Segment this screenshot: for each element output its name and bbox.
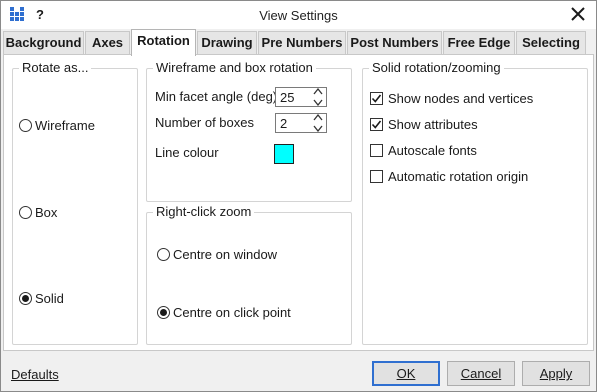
tab-post-numbers[interactable]: Post Numbers [347,31,442,55]
num-boxes-spinner[interactable]: 2 [275,113,327,133]
check-autoscale-fonts[interactable]: Autoscale fonts [370,143,477,158]
line-colour-swatch[interactable] [274,144,294,164]
spin-up-icon[interactable] [313,114,323,121]
check-auto-rotation-origin[interactable]: Automatic rotation origin [370,169,528,184]
spin-down-icon[interactable] [313,99,323,106]
show-attributes-label: Show attributes [388,117,478,132]
checkmark-icon [371,94,382,103]
tab-strip: Background Axes Rotation Drawing Pre Num… [1,29,596,56]
tab-free-edge[interactable]: Free Edge [443,31,515,55]
radio-box-label: Box [35,205,58,220]
apply-button[interactable]: Apply [522,361,590,386]
checkbox-show-attributes[interactable] [370,118,383,131]
auto-rotation-origin-label: Automatic rotation origin [388,169,529,184]
rotation-tab-panel: Rotate as... Wireframe Box Solid Wirefra… [3,54,594,351]
radio-wireframe-label: Wireframe [35,118,95,133]
cancel-button-label: Cancel [460,366,502,381]
rotate-as-group: Rotate as... Wireframe Box Solid [12,60,138,345]
spin-up-icon[interactable] [313,88,323,95]
min-facet-spinner[interactable]: 25 [275,87,327,107]
cancel-button[interactable]: Cancel [447,361,515,386]
solid-rotation-group: Solid rotation/zooming Show nodes and ve… [362,60,588,345]
spin-down-icon[interactable] [313,125,323,132]
apply-button-label: Apply [539,366,573,381]
tab-selecting[interactable]: Selecting [516,31,586,55]
wireframe-box-group: Wireframe and box rotation Min facet ang… [146,60,352,202]
right-click-zoom-title: Right-click zoom [153,204,255,219]
radio-centre-window-indicator[interactable] [157,248,170,261]
window-title: View Settings [259,8,338,23]
radio-box[interactable]: Box [19,205,57,220]
title-bar: ? View Settings [1,1,596,29]
checkbox-auto-rotation-origin[interactable] [370,170,383,183]
right-click-zoom-group: Right-click zoom Centre on window Centre… [146,204,352,345]
radio-centre-click-point[interactable]: Centre on click point [157,305,291,320]
radio-centre-window-label: Centre on window [173,247,278,262]
checkmark-icon [371,120,382,129]
num-boxes-value[interactable]: 2 [280,116,287,131]
autoscale-fonts-label: Autoscale fonts [388,143,477,158]
min-facet-label: Min facet angle (deg) [155,89,278,104]
rotate-as-title: Rotate as... [19,60,92,75]
tab-background[interactable]: Background [3,31,84,55]
checkbox-autoscale-fonts[interactable] [370,144,383,157]
ok-button[interactable]: OK [372,361,440,386]
radio-wireframe-indicator[interactable] [19,119,32,132]
wireframe-box-title: Wireframe and box rotation [153,60,316,75]
radio-wireframe[interactable]: Wireframe [19,118,95,133]
radio-solid-label: Solid [35,291,64,306]
min-facet-value[interactable]: 25 [280,90,294,105]
tab-drawing[interactable]: Drawing [197,31,257,55]
line-colour-label: Line colour [155,145,219,160]
radio-box-indicator[interactable] [19,206,32,219]
ok-button-label: OK [396,366,416,381]
radio-centre-click-point-label: Centre on click point [173,305,291,320]
checkbox-show-nodes[interactable] [370,92,383,105]
view-settings-dialog: ? View Settings Background Axes Rotation… [0,0,597,392]
tab-pre-numbers[interactable]: Pre Numbers [258,31,346,55]
radio-centre-click-point-indicator[interactable] [157,306,170,319]
radio-centre-window[interactable]: Centre on window [157,247,277,262]
close-icon [571,7,585,21]
radio-solid[interactable]: Solid [19,291,64,306]
check-show-attributes[interactable]: Show attributes [370,117,478,132]
check-show-nodes[interactable]: Show nodes and vertices [370,91,533,106]
num-boxes-label: Number of boxes [155,115,254,130]
tab-rotation[interactable]: Rotation [131,29,196,56]
tab-axes[interactable]: Axes [85,31,130,55]
close-button[interactable] [568,4,588,24]
solid-rotation-title: Solid rotation/zooming [369,60,504,75]
radio-solid-indicator[interactable] [19,292,32,305]
show-nodes-label: Show nodes and vertices [388,91,534,106]
defaults-link[interactable]: Defaults [11,367,59,382]
